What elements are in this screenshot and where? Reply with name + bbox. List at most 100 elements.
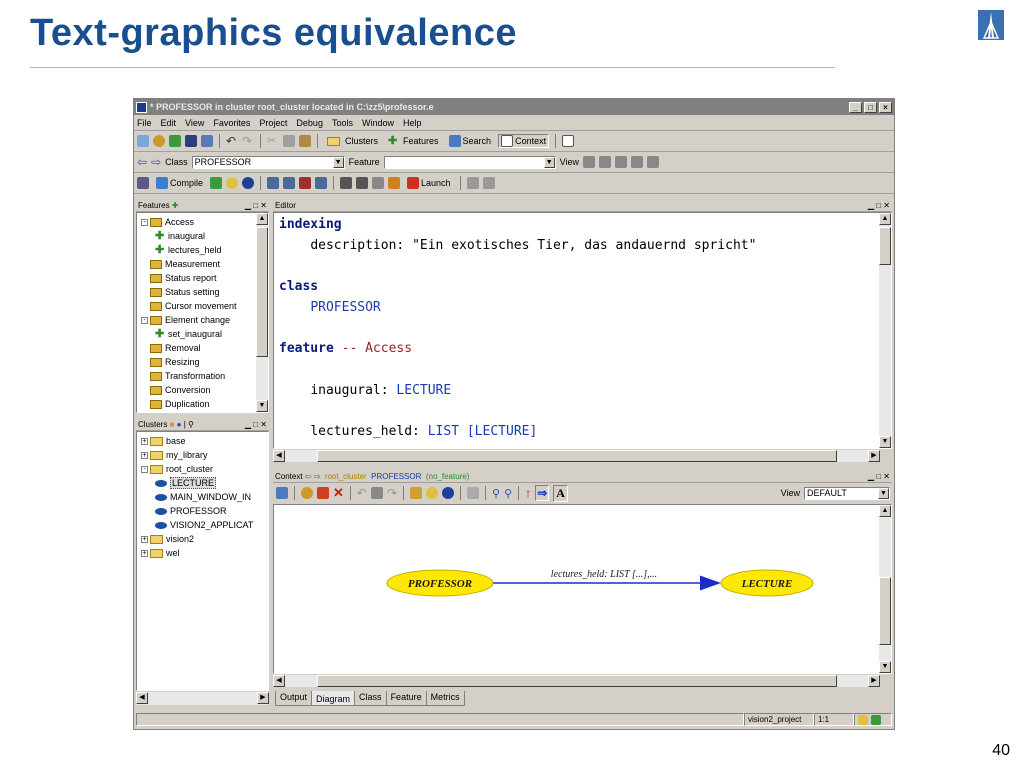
window-titlebar[interactable]: * PROFESSOR in cluster root_cluster loca… (134, 99, 894, 115)
client-link-icon[interactable]: ⇒ (535, 485, 550, 501)
scroll-up-icon[interactable]: ▲ (256, 213, 268, 225)
class-combo[interactable]: PROFESSOR ▼ (191, 155, 345, 169)
scroll-down-icon[interactable]: ▼ (879, 661, 891, 673)
hand-icon[interactable] (466, 177, 479, 189)
copy-icon[interactable] (283, 135, 295, 147)
calendar-icon[interactable] (562, 135, 575, 147)
context-button[interactable]: Context (498, 134, 550, 148)
clusters-button[interactable]: Clusters (324, 135, 381, 147)
menu-file[interactable]: File (137, 118, 152, 128)
scroll-thumb[interactable] (879, 577, 891, 645)
features-tree-item[interactable]: Removal (141, 341, 268, 355)
features-tree-item[interactable]: Measurement (141, 257, 268, 271)
pause-icon[interactable] (388, 177, 401, 189)
launch-button[interactable]: Launch (404, 176, 454, 190)
debug-tool-icon[interactable] (372, 177, 385, 189)
features-tree-item[interactable]: Duplication (141, 397, 268, 411)
clusters-tree-item[interactable]: LECTURE (141, 476, 268, 490)
expand-icon[interactable]: + (141, 549, 148, 557)
new-link-icon[interactable] (317, 487, 329, 499)
hscroll-thumb[interactable] (316, 450, 837, 462)
chevron-down-icon[interactable]: ▼ (878, 487, 889, 499)
compile-status-icon[interactable] (871, 714, 881, 725)
menu-edit[interactable]: Edit (161, 118, 177, 128)
scroll-thumb[interactable] (256, 227, 268, 357)
scroll-right-icon[interactable]: ▶ (257, 692, 269, 704)
editor-hscrollbar[interactable]: ◀ ▶ (273, 450, 880, 462)
step-over-icon[interactable] (315, 177, 328, 189)
clusters-hscrollbar[interactable]: ◀ ▶ (136, 692, 269, 705)
scroll-left-icon[interactable]: ◀ (136, 692, 148, 704)
scroll-left-icon[interactable]: ◀ (273, 450, 285, 462)
new-feature-icon[interactable] (169, 135, 181, 147)
view-text-icon[interactable] (583, 156, 596, 168)
tab-class[interactable]: Class (354, 691, 387, 706)
link-label[interactable]: lectures_held: LIST [...],... (551, 569, 657, 580)
expand-icon[interactable]: + (141, 451, 148, 459)
minimize-pane-icon[interactable]: ▁ □ ✕ (245, 420, 267, 429)
undo-icon[interactable]: ↶ (357, 486, 367, 500)
stop-points-icon[interactable] (356, 177, 369, 189)
edit-status-icon[interactable] (858, 714, 868, 725)
tab-feature[interactable]: Feature (385, 691, 427, 706)
features-tree-item[interactable]: Cursor movement (141, 299, 268, 313)
menu-view[interactable]: View (185, 118, 204, 128)
info-icon[interactable] (242, 177, 255, 189)
diagram-svg[interactable]: PROFESSOR LECTURE lectures_held: LIST [.… (274, 505, 879, 673)
link-tool-icon[interactable] (370, 487, 383, 499)
features-tree-item[interactable]: ✚ inaugural (141, 229, 268, 243)
collapse-icon[interactable]: - (141, 316, 148, 324)
zoom-out-icon[interactable]: ⚲ (504, 487, 512, 500)
breakpoints-icon[interactable] (340, 177, 353, 189)
context-view-combo[interactable]: DEFAULT ▼ (804, 486, 890, 500)
view-descendants-icon[interactable] (647, 156, 660, 168)
minimize-button[interactable]: _ (849, 101, 862, 113)
minimize-pane-icon[interactable]: ▁ □ ✕ (868, 201, 890, 210)
paste-icon[interactable] (299, 135, 311, 147)
diagram-hscrollbar[interactable]: ◀ ▶ (273, 675, 880, 687)
feature-combo[interactable]: ▼ (383, 155, 556, 169)
editor-scrollbar[interactable]: ▲ ▼ (879, 213, 891, 448)
context-class[interactable]: PROFESSOR (371, 472, 421, 481)
features-tree-item[interactable]: Transformation (141, 369, 268, 383)
scroll-up-icon[interactable]: ▲ (879, 505, 891, 517)
finalize-icon[interactable] (210, 177, 223, 189)
delete-icon[interactable]: ✕ (333, 485, 344, 501)
features-tree-item[interactable]: Resizing (141, 355, 268, 369)
stop-icon[interactable] (482, 177, 495, 189)
features-tree-item[interactable]: ✚ set_inaugural (141, 327, 268, 341)
fill-color-icon[interactable] (410, 487, 423, 499)
close-button[interactable]: × (879, 101, 892, 113)
view-contract-icon[interactable] (615, 156, 628, 168)
save-icon[interactable] (185, 135, 197, 147)
features-tree-item[interactable]: Conversion (141, 383, 268, 397)
redo-icon[interactable]: ↷ (242, 135, 254, 147)
clusters-tree-item[interactable]: PROFESSOR (141, 504, 268, 518)
search-button[interactable]: Search (446, 134, 495, 148)
clusters-tree-item[interactable]: + vision2 (141, 532, 268, 546)
collapse-icon[interactable]: - (141, 465, 148, 473)
scroll-up-icon[interactable]: ▲ (879, 213, 891, 225)
tab-metrics[interactable]: Metrics (425, 691, 465, 706)
palette-icon[interactable] (426, 487, 439, 499)
features-tree-item[interactable]: - Access (141, 215, 268, 229)
code-view[interactable]: indexing description: "Ein exotisches Ti… (274, 213, 891, 443)
diagram-scrollbar[interactable]: ▲ ▼ (879, 505, 891, 673)
menu-favorites[interactable]: Favorites (213, 118, 250, 128)
clusters-tree-item[interactable]: MAIN_WINDOW_IN (141, 490, 268, 504)
clusters-tree-item[interactable]: + base (141, 434, 268, 448)
inheritance-link-icon[interactable]: ↑ (525, 486, 531, 500)
minimize-pane-icon[interactable]: ▁ □ ✕ (245, 201, 267, 210)
features-tree-item[interactable]: Status setting (141, 285, 268, 299)
context-cluster[interactable]: root_cluster (325, 472, 367, 481)
clusters-tree-item[interactable]: VISION2_APPLICAT (141, 518, 268, 532)
chevron-down-icon[interactable]: ▼ (543, 156, 555, 168)
collapse-icon[interactable]: - (141, 218, 148, 226)
new-class-icon[interactable] (153, 135, 165, 147)
physics-icon[interactable] (467, 487, 480, 499)
tab-diagram[interactable]: Diagram (311, 691, 356, 706)
debug-icon[interactable] (267, 177, 280, 189)
maximize-button[interactable]: □ (864, 101, 877, 113)
step-out-icon[interactable] (299, 177, 312, 189)
zoom-in-icon[interactable]: ⚲ (492, 487, 500, 500)
